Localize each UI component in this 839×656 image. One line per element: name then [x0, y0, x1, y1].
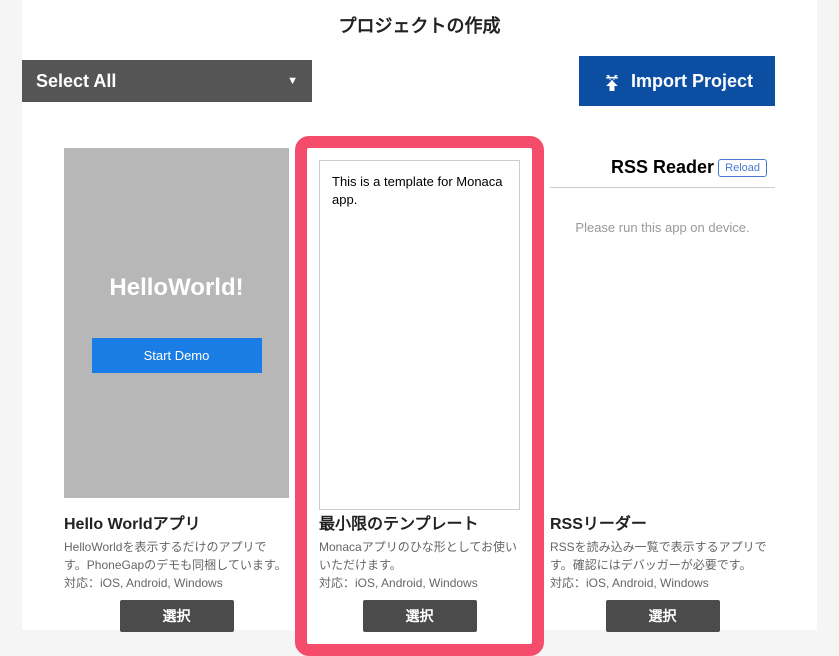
template-title: RSSリーダー — [550, 510, 775, 534]
template-description: RSSを読み込み一覧で表示するアプリです。確認にはデバッガーが必要です。 — [550, 538, 775, 574]
import-icon — [601, 71, 623, 91]
reload-button[interactable]: Reload — [718, 159, 767, 177]
template-title: Hello Worldアプリ — [64, 510, 289, 534]
modal-title: プロジェクトの作成 — [22, 12, 817, 38]
import-project-button[interactable]: Import Project — [579, 56, 775, 106]
select-template-button[interactable]: 選択 — [120, 600, 234, 632]
rss-preview-title: RSS Reader — [611, 157, 714, 178]
template-preview: HelloWorld! Start Demo — [64, 148, 289, 498]
template-card-minimum: This is a template for Monaca app. 最小限のテ… — [295, 136, 544, 656]
template-title: 最小限のテンプレート — [319, 510, 520, 534]
template-description: Monacaアプリのひな形としてお使いいただけます。 — [319, 538, 520, 574]
top-bar: Select All ▼ Import Project — [22, 56, 817, 106]
select-all-label: Select All — [36, 71, 116, 92]
chevron-down-icon: ▼ — [287, 75, 298, 87]
template-support: 対応：iOS, Android, Windows — [64, 574, 289, 592]
preview-headline: HelloWorld! — [109, 274, 243, 302]
start-demo-button[interactable]: Start Demo — [92, 338, 262, 373]
template-preview: RSS Reader Reload Please run this app on… — [550, 148, 775, 498]
template-support: 対応：iOS, Android, Windows — [550, 574, 775, 592]
template-support: 対応：iOS, Android, Windows — [319, 574, 520, 592]
select-template-button[interactable]: 選択 — [363, 600, 477, 632]
import-label: Import Project — [631, 71, 753, 92]
template-preview: This is a template for Monaca app. — [319, 160, 520, 510]
template-grid: HelloWorld! Start Demo Hello Worldアプリ He… — [22, 148, 817, 644]
preview-text: This is a template for Monaca app. — [332, 174, 503, 207]
template-description: HelloWorldを表示するだけのアプリです。PhoneGapのデモも同梱して… — [64, 538, 289, 574]
template-card-hello-world: HelloWorld! Start Demo Hello Worldアプリ He… — [64, 148, 289, 644]
select-template-button[interactable]: 選択 — [606, 600, 720, 632]
rss-preview-body: Please run this app on device. — [550, 188, 775, 267]
card-info: 最小限のテンプレート Monacaアプリのひな形としてお使いいただけます。 対応… — [307, 510, 532, 632]
card-info: RSSリーダー RSSを読み込み一覧で表示するアプリです。確認にはデバッガーが必… — [550, 510, 775, 644]
create-project-modal: プロジェクトの作成 Select All ▼ Import Project He… — [22, 0, 817, 630]
select-all-dropdown[interactable]: Select All ▼ — [22, 60, 312, 102]
rss-preview-header: RSS Reader Reload — [550, 148, 775, 188]
card-info: Hello Worldアプリ HelloWorldを表示するだけのアプリです。P… — [64, 510, 289, 644]
template-card-rss: RSS Reader Reload Please run this app on… — [550, 148, 775, 644]
